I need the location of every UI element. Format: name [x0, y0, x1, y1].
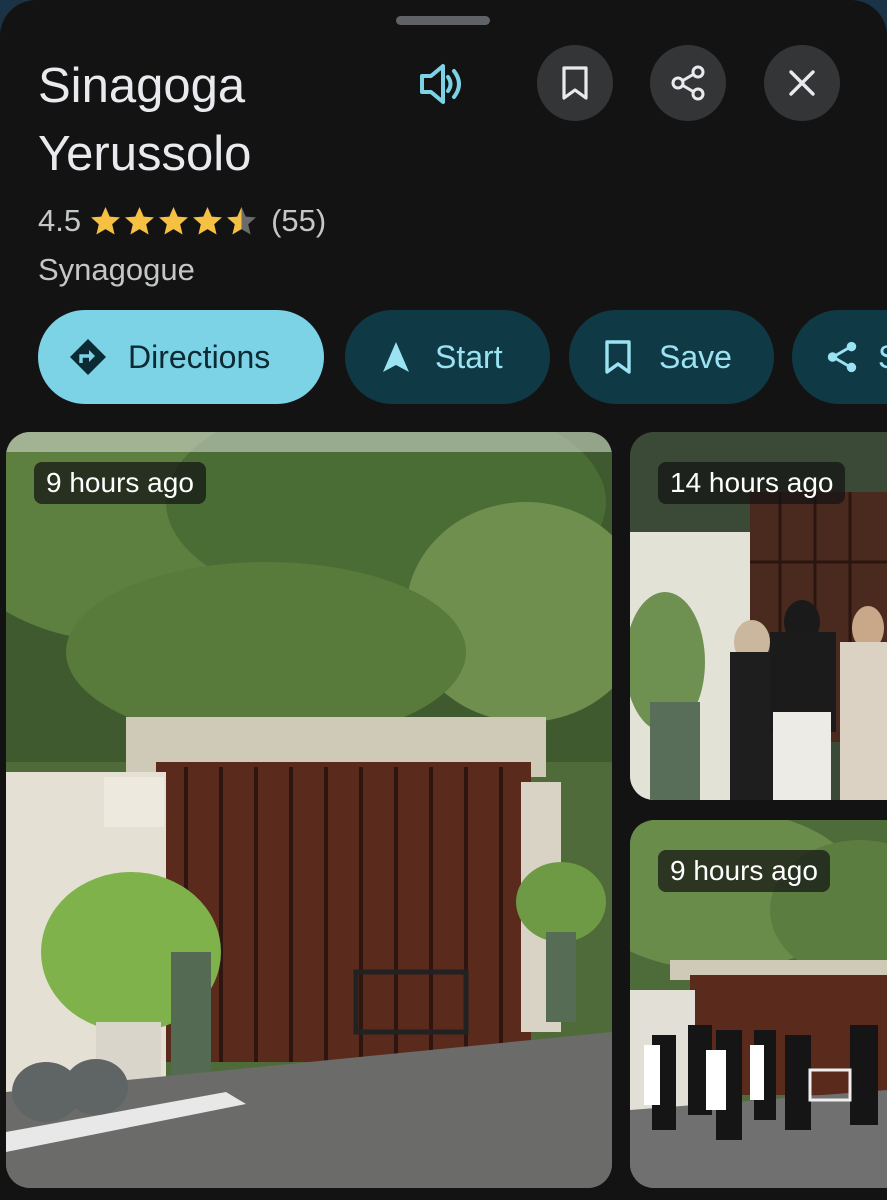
share-icon: [671, 65, 705, 101]
rating-row[interactable]: 4.5 (55): [38, 198, 326, 244]
place-category: Synagogue: [38, 252, 195, 287]
navigation-arrow-icon: [383, 342, 409, 372]
volume-icon[interactable]: [414, 57, 468, 111]
save-header-button[interactable]: [537, 45, 613, 121]
photo-time-badge: 9 hours ago: [34, 462, 206, 504]
directions-label: Directions: [128, 338, 271, 375]
star-full-icon: [91, 206, 121, 234]
close-icon: [789, 70, 815, 96]
close-button[interactable]: [764, 45, 840, 121]
photo-gate-image: [6, 432, 612, 1188]
bookmark-icon: [605, 340, 631, 374]
photo-main[interactable]: 9 hours ago: [6, 432, 612, 1188]
share-label: Share: [878, 339, 887, 376]
bookmark-icon: [562, 66, 588, 100]
star-half-icon: [227, 206, 257, 234]
place-sheet: Sinagoga Yerussolo 4.5 (55) Synagogue Di…: [0, 0, 887, 1200]
place-title: Sinagoga Yerussolo: [38, 59, 252, 181]
start-button[interactable]: Start: [345, 310, 550, 404]
action-chips: Directions Start Save Share: [0, 310, 887, 404]
photo-time-badge: 9 hours ago: [658, 850, 830, 892]
rating-value: 4.5: [38, 203, 82, 238]
directions-icon: [70, 339, 106, 375]
save-label: Save: [659, 338, 732, 375]
share-button[interactable]: Share: [792, 310, 887, 404]
save-button[interactable]: Save: [569, 310, 774, 404]
review-count[interactable]: (55): [271, 203, 326, 239]
star-full-icon: [125, 206, 155, 234]
photo-time-badge: 14 hours ago: [658, 462, 846, 504]
star-full-icon: [159, 206, 189, 234]
directions-button[interactable]: Directions: [38, 310, 324, 404]
share-header-button[interactable]: [650, 45, 726, 121]
drag-handle[interactable]: [396, 16, 490, 25]
star-full-icon: [193, 206, 223, 234]
star-rating: [89, 205, 259, 238]
share-icon: [827, 341, 857, 373]
start-label: Start: [435, 338, 503, 375]
photo-worshippers[interactable]: 9 hours ago: [630, 820, 887, 1188]
photo-visitors[interactable]: 14 hours ago: [630, 432, 887, 800]
